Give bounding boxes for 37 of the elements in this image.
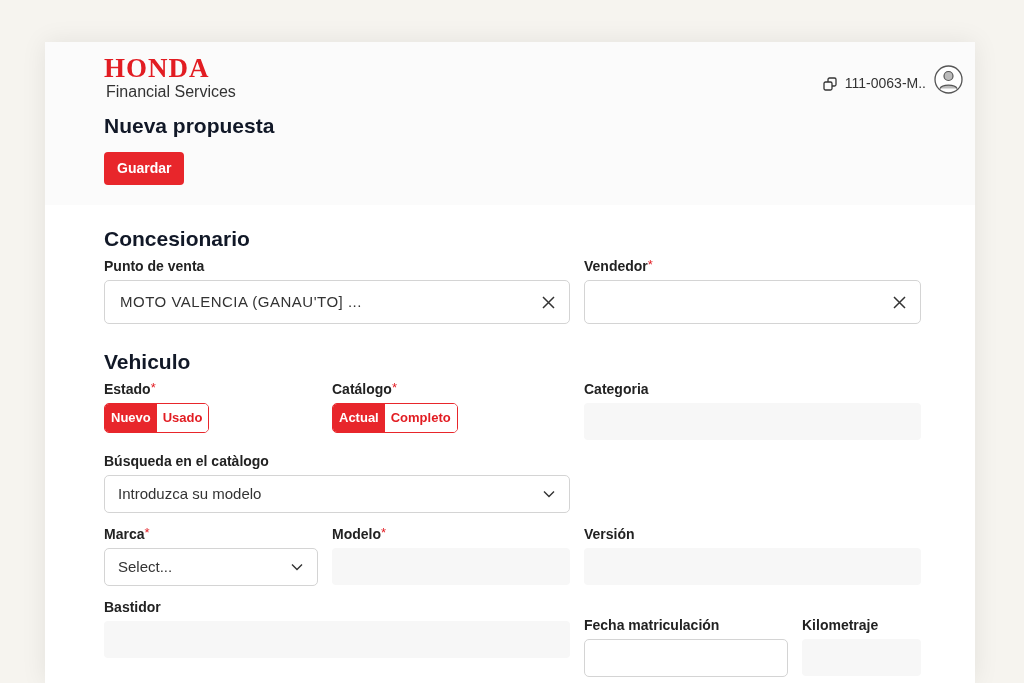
field-label: Punto de venta xyxy=(104,257,205,275)
page-title: Nueva propuesta xyxy=(104,113,276,139)
field-label: Búsqueda en el catàlogo xyxy=(104,452,269,470)
date-field[interactable] xyxy=(584,639,788,677)
brand-subtitle: Financial Services xyxy=(106,82,236,102)
save-button[interactable]: Guardar xyxy=(104,152,185,185)
field-label: Categoria xyxy=(584,380,649,398)
section-heading: Concesionario xyxy=(104,226,250,252)
field-label: Catálogo xyxy=(332,380,392,398)
required-mark: * xyxy=(144,525,150,542)
chevron-down-icon xyxy=(543,490,555,498)
chevron-down-icon xyxy=(291,563,303,571)
clear-icon[interactable] xyxy=(542,295,555,309)
field-label: Vendedor xyxy=(584,257,648,275)
text-field[interactable] xyxy=(584,280,921,324)
required-mark: * xyxy=(381,525,387,542)
required-mark: * xyxy=(647,257,653,274)
required-mark: * xyxy=(150,380,156,397)
clear-icon[interactable] xyxy=(893,295,906,309)
field-label: Marca xyxy=(104,525,145,543)
field-label: Estado xyxy=(104,380,151,398)
select-field[interactable]: Introduzca su modelo xyxy=(104,475,570,513)
text-field[interactable]: MOTO VALENCIA (GANAU'TO] ... xyxy=(104,280,570,324)
section-heading: Vehiculo xyxy=(104,349,191,375)
avatar-icon[interactable] xyxy=(934,65,963,94)
field-label: Bastidor xyxy=(104,598,161,616)
select-field[interactable]: Select... xyxy=(104,548,318,586)
field-label: Modelo xyxy=(332,525,381,543)
field-label: Versión xyxy=(584,525,635,543)
field-label: Fecha matriculación xyxy=(584,616,720,634)
toggle-option[interactable]: Actual xyxy=(333,404,385,432)
account-id[interactable]: 111-0063-M.. xyxy=(844,73,926,94)
required-mark: * xyxy=(391,380,397,395)
toggle-option[interactable]: Nuevo xyxy=(105,404,157,432)
brand-logo: HONDA xyxy=(104,54,210,82)
copy-icon[interactable] xyxy=(822,76,837,91)
field-label: Kilometraje xyxy=(802,616,879,634)
